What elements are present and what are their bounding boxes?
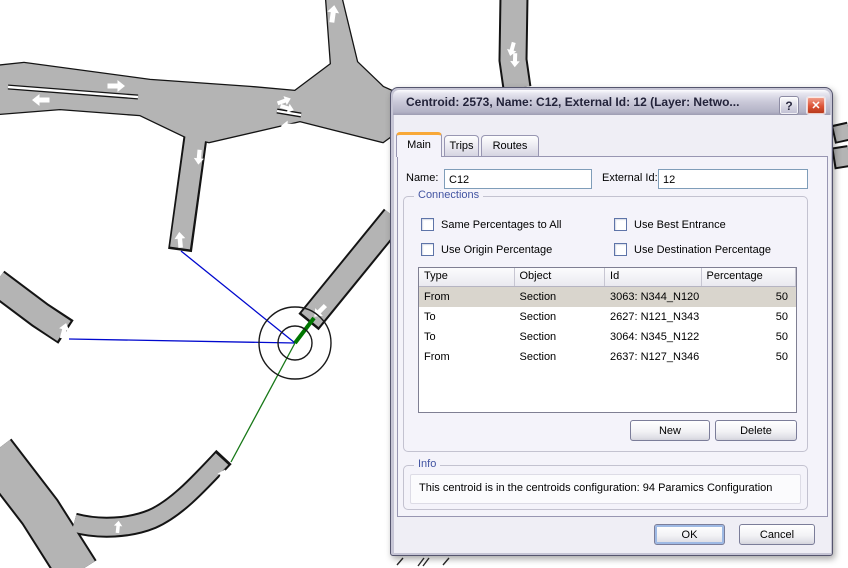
close-icon[interactable]: ✕ [806,96,826,115]
cell-id: 3063: N344_N120 [610,291,700,303]
connection-line-blue[interactable] [68,338,296,344]
cell-id: 2627: N121_N343 [610,311,700,323]
new-button[interactable]: New [630,420,710,441]
cell-type: To [424,331,436,343]
cell-object: Section [519,311,557,323]
use-destination-percentage-checkbox[interactable] [614,243,627,256]
connections-table[interactable]: Type Object Id Percentage From Section 3… [418,267,797,413]
column-header-percentage[interactable]: Percentage [702,268,796,286]
name-field[interactable] [444,169,592,189]
tab-trips[interactable]: Trips [444,135,479,156]
column-header-type[interactable]: Type [419,268,515,286]
name-label: Name: [406,172,439,184]
cell-object: Section [519,331,557,343]
cell-percentage: 50 [775,331,788,343]
table-row[interactable]: From Section 2637: N127_N346 50 [419,347,796,367]
cell-type: To [424,311,436,323]
cell-type: From [424,351,450,363]
external-id-field[interactable] [658,169,808,189]
tab-routes[interactable]: Routes [481,135,539,156]
use-origin-percentage-checkbox[interactable] [421,243,434,256]
ok-button[interactable]: OK [654,524,725,545]
tab-panel-main: Name: External Id: Connections Same Perc… [397,156,828,517]
table-row[interactable]: From Section 3063: N344_N120 50 [419,287,796,307]
table-row[interactable]: To Section 2627: N121_N343 50 [419,307,796,327]
info-groupbox: Info This centroid is in the centroids c… [403,458,808,510]
same-percentages-label: Same Percentages to All [441,219,562,231]
use-best-entrance-checkbox[interactable] [614,218,627,231]
cell-percentage: 50 [775,291,788,303]
cancel-button[interactable]: Cancel [739,524,815,545]
centroid-connections[interactable] [68,250,316,463]
use-destination-percentage-label: Use Destination Percentage [634,244,771,256]
info-group-label: Info [414,458,441,470]
help-icon[interactable]: ? [779,96,799,115]
dialog-title[interactable]: Centroid: 2573, Name: C12, External Id: … [393,90,830,115]
connections-groupbox: Connections Same Percentages to All Use … [403,189,808,452]
connections-group-label: Connections [414,189,484,201]
centroid-dialog: Centroid: 2573, Name: C12, External Id: … [390,87,833,556]
column-header-id[interactable]: Id [605,268,702,286]
cell-percentage: 50 [775,311,788,323]
road-marks-bottom [396,557,450,567]
column-header-object[interactable]: Object [515,268,606,286]
cell-type: From [424,291,450,303]
table-row[interactable]: To Section 3064: N345_N122 50 [419,327,796,347]
cell-object: Section [519,291,557,303]
cell-object: Section [519,351,557,363]
cell-percentage: 50 [775,351,788,363]
tab-main[interactable]: Main [396,132,442,157]
info-text: This centroid is in the centroids config… [410,474,801,504]
table-header-row: Type Object Id Percentage [419,268,796,287]
same-percentages-checkbox[interactable] [421,218,434,231]
delete-button[interactable]: Delete [715,420,797,441]
use-best-entrance-label: Use Best Entrance [634,219,726,231]
external-id-label: External Id: [602,172,658,184]
cell-id: 3064: N345_N122 [610,331,700,343]
use-origin-percentage-label: Use Origin Percentage [441,244,553,256]
connection-line-blue[interactable] [180,250,296,344]
cell-id: 2637: N127_N346 [610,351,700,363]
